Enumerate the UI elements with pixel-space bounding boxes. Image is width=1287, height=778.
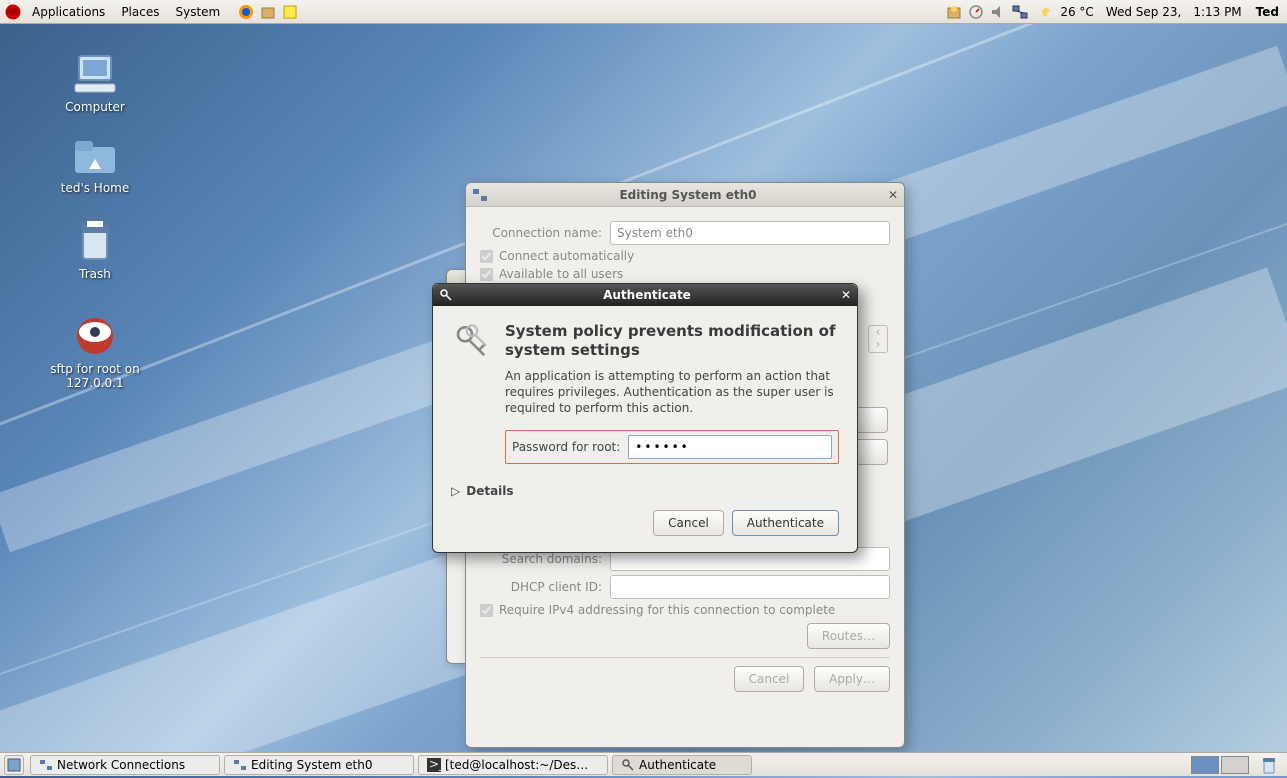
triangle-right-icon: ▷ <box>451 484 460 498</box>
network-icon <box>472 187 488 203</box>
user-menu[interactable]: Ted <box>1256 5 1279 19</box>
weather-applet[interactable]: 26 °C <box>1040 4 1093 20</box>
network-icon[interactable] <box>1012 4 1028 20</box>
desktop-icon-trash[interactable]: Trash <box>20 219 170 281</box>
checkbox-connect-auto[interactable] <box>480 250 493 263</box>
label-search-domains: Search domains: <box>480 552 610 566</box>
button-routes[interactable]: Routes… <box>807 623 890 649</box>
key-icon <box>621 758 635 772</box>
top-panel: Applications Places System 26 °C Wed Sep… <box>0 0 1287 24</box>
workspace-2[interactable] <box>1221 756 1249 774</box>
password-input[interactable] <box>628 435 832 459</box>
desktop-icon-computer[interactable]: Computer <box>20 52 170 114</box>
button-cancel[interactable]: Cancel <box>653 510 724 536</box>
network-icon <box>39 758 53 772</box>
icon-label: Trash <box>79 267 111 281</box>
window-title: Editing System eth0 <box>488 188 888 202</box>
auth-body-text: An application is attempting to perform … <box>505 368 839 417</box>
button-cancel[interactable]: Cancel <box>734 666 805 692</box>
clock-time[interactable]: 1:13 PM <box>1193 5 1241 19</box>
button-authenticate[interactable]: Authenticate <box>732 510 839 536</box>
bottom-panel: Network Connections Editing System eth0 … <box>0 752 1287 776</box>
volume-icon[interactable] <box>990 4 1006 20</box>
redhat-logo-icon <box>4 3 22 21</box>
keys-icon <box>451 322 493 364</box>
trash-applet[interactable] <box>1259 755 1281 775</box>
desktop[interactable]: Computer ted's Home Trash sftp for root … <box>0 24 1287 752</box>
panel-right: 26 °C Wed Sep 23, 1:13 PM Ted <box>946 4 1283 20</box>
network-icon <box>233 758 247 772</box>
details-expander[interactable]: ▷Details <box>451 484 839 498</box>
titlebar[interactable]: Authenticate ✕ <box>433 284 857 306</box>
close-button[interactable]: ✕ <box>888 188 898 202</box>
input-dhcp-client[interactable] <box>610 575 890 599</box>
weather-icon <box>1040 4 1058 20</box>
label-connection-name: Connection name: <box>480 226 610 240</box>
password-row: Password for root: <box>505 430 839 464</box>
svg-text:>_: >_ <box>429 758 441 771</box>
checkbox-require-ipv4[interactable] <box>480 604 493 617</box>
checkbox-all-users[interactable] <box>480 268 493 281</box>
password-label: Password for root: <box>512 440 620 454</box>
label-dhcp-client: DHCP client ID: <box>480 580 610 594</box>
titlebar[interactable]: Editing System eth0 ✕ <box>466 183 904 207</box>
key-icon <box>439 288 453 302</box>
task-authenticate[interactable]: Authenticate <box>612 755 752 775</box>
cpu-meter-icon[interactable] <box>968 4 984 20</box>
task-terminal[interactable]: >_[ted@localhost:~/Des… <box>418 755 608 775</box>
update-icon[interactable] <box>946 4 962 20</box>
close-button[interactable]: ✕ <box>841 288 851 302</box>
icon-label: Computer <box>65 100 125 114</box>
icon-label: ted's Home <box>61 181 130 195</box>
task-editing-eth0[interactable]: Editing System eth0 <box>224 755 414 775</box>
firefox-icon[interactable] <box>238 4 254 20</box>
menu-places[interactable]: Places <box>113 0 167 24</box>
menu-applications[interactable]: Applications <box>24 0 113 24</box>
task-network-connections[interactable]: Network Connections <box>30 755 220 775</box>
workspace-1[interactable] <box>1191 756 1219 774</box>
terminal-icon: >_ <box>427 758 441 772</box>
auth-heading: System policy prevents modification of s… <box>505 322 839 360</box>
icon-label: sftp for root on 127.0.0.1 <box>50 362 140 390</box>
temperature: 26 °C <box>1060 5 1093 19</box>
dialog-authenticate: Authenticate ✕ System policy prevents mo… <box>432 283 858 553</box>
menu-system[interactable]: System <box>167 0 228 24</box>
desktop-icon-sftp[interactable]: sftp for root on 127.0.0.1 <box>20 314 170 390</box>
button-apply[interactable]: Apply… <box>814 666 890 692</box>
label-connect-auto: Connect automatically <box>499 249 634 263</box>
package-icon[interactable] <box>260 4 276 20</box>
show-desktop-button[interactable] <box>4 755 24 775</box>
notepad-icon[interactable] <box>282 4 298 20</box>
workspace-switcher[interactable] <box>1187 756 1253 774</box>
clock-date[interactable]: Wed Sep 23, <box>1106 5 1182 19</box>
dialog-title: Authenticate <box>453 288 841 302</box>
input-connection-name[interactable] <box>610 221 890 245</box>
desktop-icon-home[interactable]: ted's Home <box>20 137 170 195</box>
label-require-ipv4: Require IPv4 addressing for this connect… <box>499 603 835 617</box>
label-all-users: Available to all users <box>499 267 623 281</box>
